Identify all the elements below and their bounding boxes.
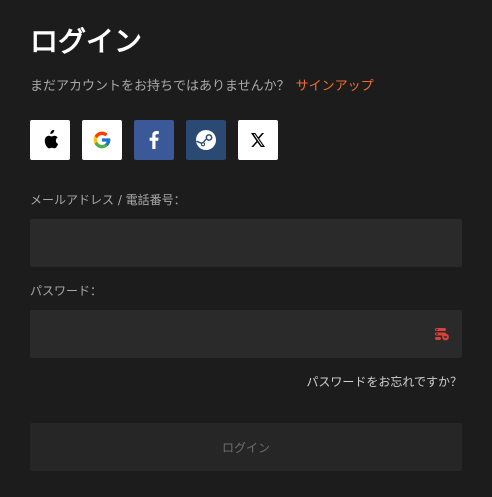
forgot-password-row: パスワードをお忘れですか？ <box>30 374 462 390</box>
facebook-login-button[interactable] <box>134 120 174 160</box>
steam-icon <box>196 130 216 150</box>
x-icon <box>251 133 265 147</box>
password-manager-button[interactable] <box>432 324 452 344</box>
login-panel: ログイン まだアカウントをお持ちではありませんか？ サインアップ メールアドレス… <box>30 22 462 471</box>
facebook-icon <box>149 131 159 149</box>
social-login-row <box>30 120 462 160</box>
email-label: メールアドレス / 電話番号： <box>30 193 186 207</box>
email-input-wrapper <box>30 219 462 267</box>
steam-login-button[interactable] <box>186 120 226 160</box>
signup-prompt-row: まだアカウントをお持ちではありませんか？ サインアップ <box>30 78 462 96</box>
login-submit-button[interactable]: ログイン <box>30 423 462 471</box>
password-input[interactable] <box>30 310 462 358</box>
password-manager-icon <box>435 328 449 341</box>
email-input[interactable] <box>30 219 462 267</box>
signup-prompt-text: まだアカウントをお持ちではありませんか？ <box>30 79 290 94</box>
password-label: パスワード： <box>30 284 103 298</box>
apple-login-button[interactable] <box>30 120 70 160</box>
signup-link[interactable]: サインアップ <box>296 79 374 94</box>
google-login-button[interactable] <box>82 120 122 160</box>
google-icon <box>93 131 111 149</box>
password-input-wrapper <box>30 310 462 358</box>
x-login-button[interactable] <box>238 120 278 160</box>
page-title: ログイン <box>30 25 143 58</box>
forgot-password-link[interactable]: パスワードをお忘れですか？ <box>306 375 462 389</box>
apple-icon <box>44 130 59 149</box>
